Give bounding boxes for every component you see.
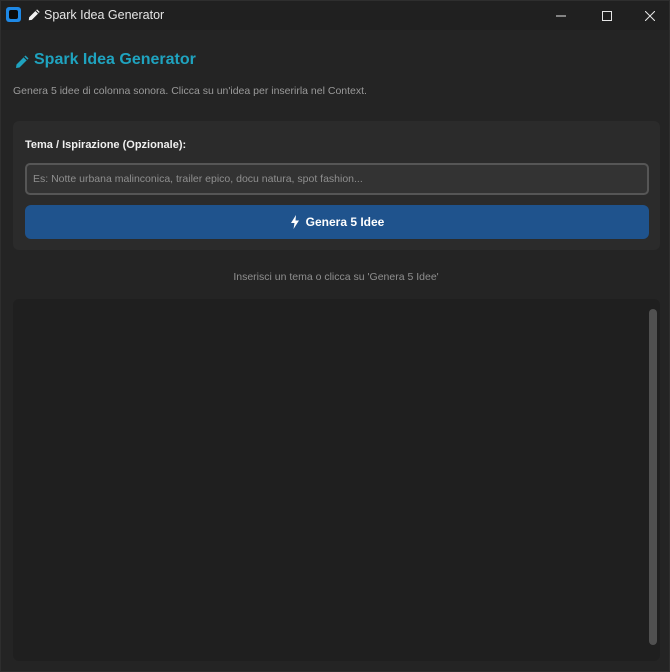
maximize-button[interactable]	[584, 1, 630, 30]
title-bar[interactable]: Spark Idea Generator	[1, 1, 669, 30]
theme-label: Tema / Ispirazione (Opzionale):	[25, 139, 187, 151]
close-button[interactable]	[630, 1, 670, 30]
app-icon	[6, 7, 21, 22]
page-title: Spark Idea Generator	[34, 51, 196, 68]
window-title: Spark Idea Generator	[44, 8, 165, 22]
ideas-results-panel[interactable]	[13, 299, 660, 661]
status-text: Inserisci un tema o clicca su 'Genera 5 …	[233, 271, 439, 283]
generate-ideas-button[interactable]: Genera 5 Idee	[25, 205, 649, 239]
minimize-button[interactable]	[538, 1, 584, 30]
pencil-icon	[16, 55, 29, 68]
page-subtitle: Genera 5 idee di colonna sonora. Clicca …	[13, 85, 367, 97]
theme-input[interactable]	[25, 163, 649, 195]
bolt-icon	[290, 215, 299, 229]
close-icon	[645, 10, 655, 21]
results-scrollbar[interactable]	[649, 309, 657, 645]
maximize-icon	[602, 10, 612, 21]
input-card: Tema / Ispirazione (Opzionale): Genera 5…	[13, 121, 660, 250]
minimize-icon	[556, 15, 566, 16]
app-window: Spark Idea Generator Spark Idea Generato…	[0, 0, 670, 672]
pencil-icon	[28, 9, 40, 21]
scrollbar-thumb[interactable]	[649, 309, 657, 645]
generate-button-label: Genera 5 Idee	[305, 215, 385, 229]
